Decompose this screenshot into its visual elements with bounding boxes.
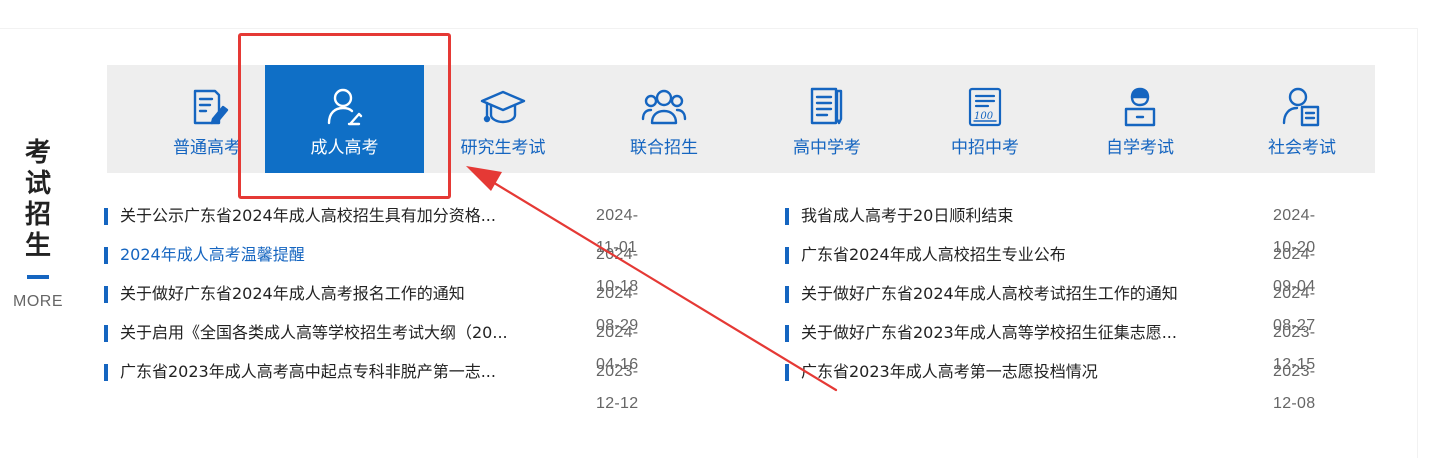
news-title[interactable]: 我省成人高考于20日顺利结束	[801, 200, 1261, 232]
section-title-char: 试	[24, 169, 51, 199]
tab-label: 研究生考试	[460, 138, 546, 158]
news-title[interactable]: 关于启用《全国各类成人高等学校招生考试大纲（20...	[120, 317, 585, 349]
person-computer-icon	[1116, 85, 1164, 129]
list-bullet-bar	[104, 208, 108, 225]
exam-paper-pen-icon	[183, 85, 231, 129]
tab-shehui-kaoshi[interactable]: 社会考试	[1240, 65, 1364, 173]
tab-label: 普通高考	[173, 138, 241, 158]
tab-label: 联合招生	[630, 138, 698, 158]
tab-zixue-kaoshi[interactable]: 自学考试	[1078, 65, 1202, 173]
list-bullet-bar	[785, 208, 789, 225]
news-title[interactable]: 关于做好广东省2024年成人高校考试招生工作的通知	[801, 278, 1271, 310]
section-title-char: 考	[24, 138, 51, 168]
news-title[interactable]: 广东省2024年成人高校招生专业公布	[801, 239, 1261, 271]
news-title[interactable]: 广东省2023年成人高考第一志愿投档情况	[801, 356, 1261, 388]
list-bullet-bar	[785, 286, 789, 303]
news-title[interactable]: 关于做好广东省2023年成人高等学校招生征集志愿...	[801, 317, 1271, 349]
group-people-icon	[640, 85, 688, 129]
list-bullet-bar	[785, 247, 789, 264]
tab-zhongzhao-zhongkao[interactable]: 100 中招中考	[923, 65, 1047, 173]
list-bullet-bar	[104, 286, 108, 303]
section-title-char: 生	[24, 231, 51, 261]
list-bullet-bar	[785, 325, 789, 342]
graduation-cap-icon	[479, 85, 527, 129]
score-100-icon: 100	[961, 85, 1009, 129]
news-title[interactable]: 关于做好广东省2024年成人高考报名工作的通知	[120, 278, 570, 310]
tab-label: 自学考试	[1106, 138, 1174, 158]
tab-lianhe-zhaosheng[interactable]: 联合招生	[602, 65, 726, 173]
section-title: 考 试 招 生 MORE	[10, 138, 66, 311]
tab-label: 中招中考	[951, 138, 1019, 158]
tab-gaozhong-xuekao[interactable]: 高中学考	[765, 65, 889, 173]
annotation-highlight-box	[238, 33, 451, 199]
list-bullet-bar	[104, 364, 108, 381]
tab-yanjiusheng-kaoshi[interactable]: 研究生考试	[440, 65, 566, 173]
tab-label: 社会考试	[1268, 138, 1336, 158]
section-title-char: 招	[24, 200, 51, 230]
more-link[interactable]: MORE	[10, 293, 66, 311]
list-bullet-bar	[104, 247, 108, 264]
news-title[interactable]: 2024年成人高考温馨提醒	[120, 239, 570, 271]
tab-label: 高中学考	[793, 138, 861, 158]
document-pen-icon	[803, 85, 851, 129]
news-title[interactable]: 关于公示广东省2024年成人高校招生具有加分资格...	[120, 200, 570, 232]
title-divider	[27, 275, 49, 279]
list-bullet-bar	[785, 364, 789, 381]
news-date: 2023-12-12	[596, 363, 639, 412]
list-bullet-bar	[104, 325, 108, 342]
news-date: 2023-12-08	[1273, 363, 1316, 412]
person-document-icon	[1278, 85, 1326, 129]
news-title[interactable]: 广东省2023年成人高考高中起点专科非脱产第一志...	[120, 356, 585, 388]
